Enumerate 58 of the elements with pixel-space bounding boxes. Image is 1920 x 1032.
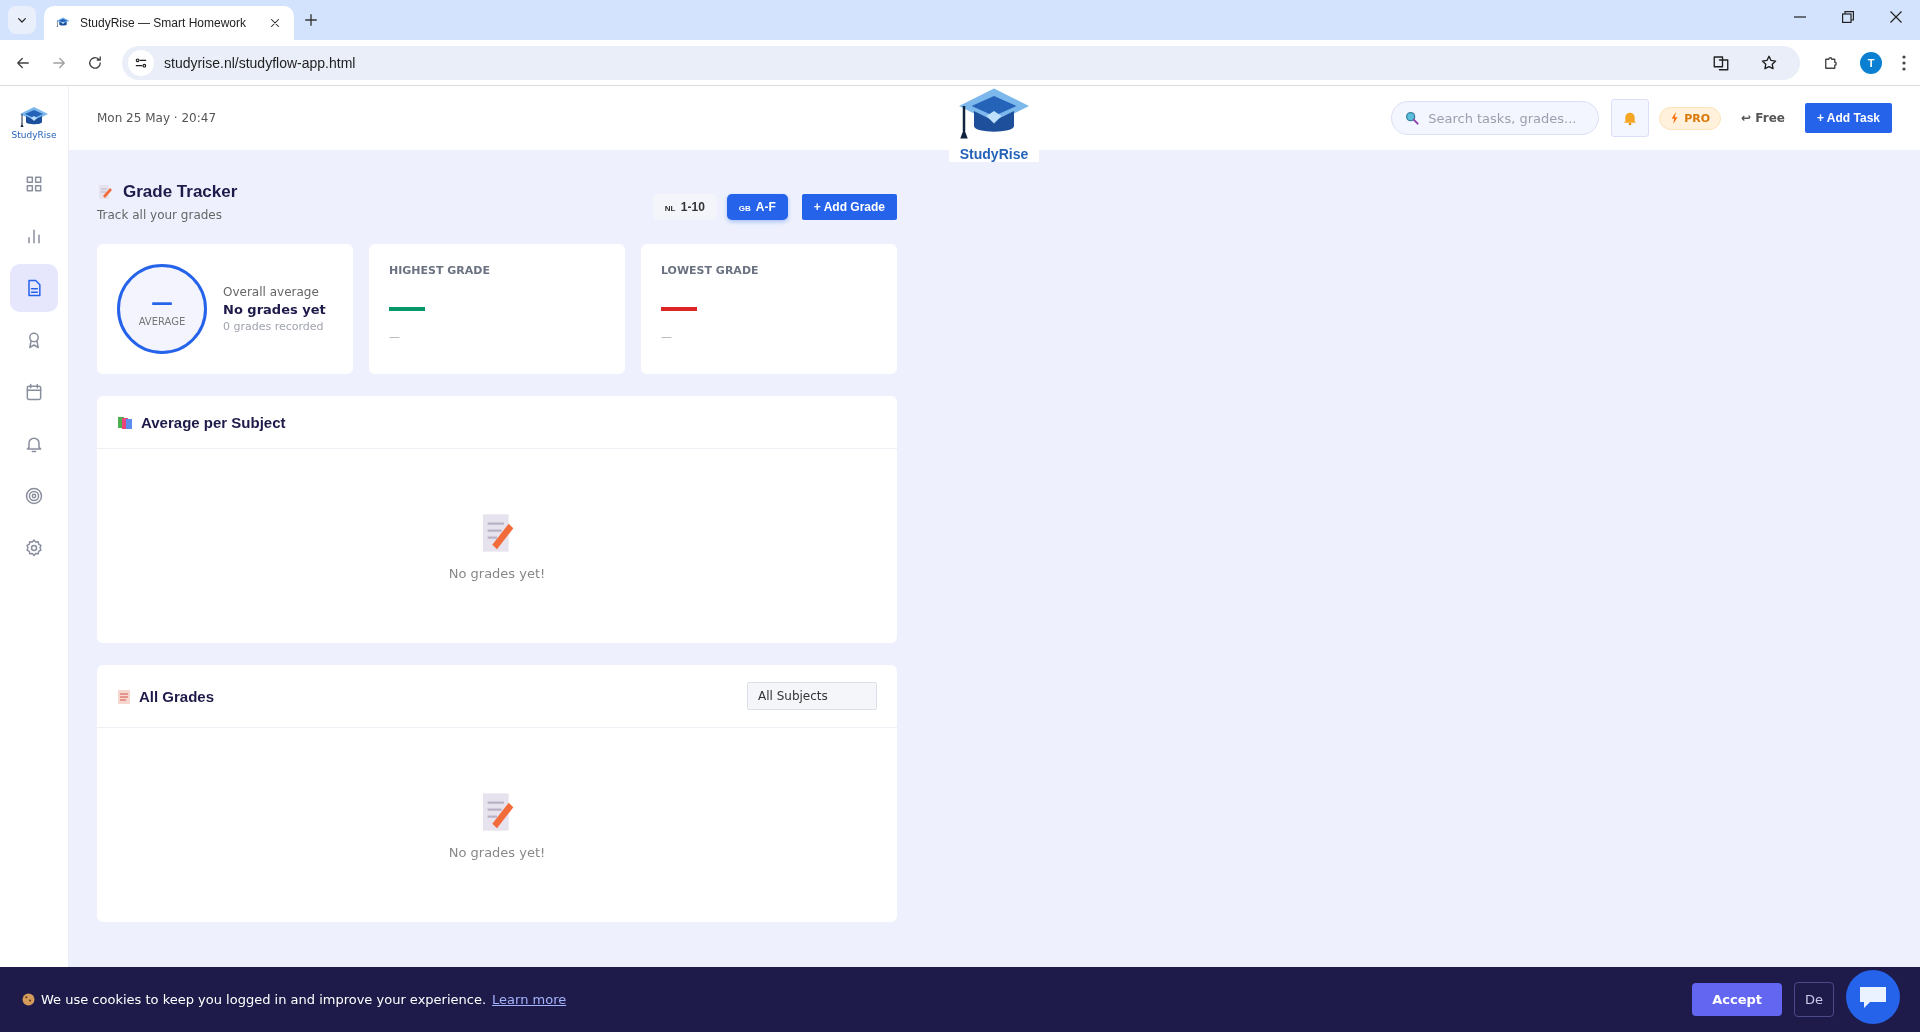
close-icon (268, 16, 282, 30)
stat-value: — (661, 330, 672, 343)
decline-button[interactable]: De (1794, 982, 1834, 1017)
stat-value: — (389, 330, 400, 343)
translate-icon (1712, 53, 1730, 72)
books-icon (117, 414, 133, 430)
free-link[interactable]: ↩ Free (1731, 111, 1795, 125)
stat-title: LOWEST GRADE (661, 264, 760, 277)
search-icon (1404, 110, 1421, 126)
average-caption: AVERAGE (138, 315, 186, 327)
accept-button[interactable]: Accept (1692, 983, 1782, 1016)
profile-avatar[interactable]: T (1860, 51, 1882, 74)
average-value: — (151, 291, 173, 314)
panel-title: All Grades (139, 687, 215, 705)
logo-text: StudyRise (11, 130, 57, 140)
chat-bubble-icon (1858, 984, 1888, 1010)
sidebar-item[interactable] (10, 264, 58, 312)
plus-icon (302, 11, 320, 29)
stat-title: HIGHEST GRADE (389, 264, 491, 277)
calendar-icon (24, 382, 44, 402)
search-field[interactable]: Search tasks, grades... (1391, 101, 1600, 135)
empty-text: No grades yet! (448, 565, 546, 581)
tab-list-button[interactable] (8, 6, 36, 34)
empty-text: No grades yet! (448, 844, 546, 860)
panel-title: Average per Subject (141, 413, 286, 431)
close-icon[interactable] (1890, 11, 1902, 23)
clipboard-icon (117, 688, 131, 704)
average-status: No grades yet (223, 302, 326, 317)
average-label: Overall average (223, 285, 320, 299)
bell-icon (1622, 110, 1639, 126)
page-title: Grade Tracker (123, 182, 238, 202)
target-icon (24, 486, 44, 506)
settings-icon (24, 538, 44, 558)
date-time: Mon 25 May · 20:47 (97, 111, 218, 125)
browser-tab[interactable]: StudyRise — Smart Homework (44, 6, 294, 40)
logo-text: StudyRise (959, 146, 1029, 162)
restore-icon[interactable] (1842, 11, 1854, 23)
url-text: studyrise.nl/studyflow-app.html (164, 54, 357, 71)
address-bar[interactable]: studyrise.nl/studyflow-app.html (122, 45, 1800, 80)
logo-icon (19, 106, 49, 130)
tab-title: StudyRise — Smart Homework (80, 16, 248, 30)
page-subtitle: Track all your grades (97, 208, 223, 222)
learn-more-link[interactable]: Learn more (492, 992, 567, 1007)
favicon-icon (56, 17, 70, 29)
reload-icon (86, 53, 104, 72)
grid-icon (24, 174, 44, 194)
add-grade-button[interactable]: + Add Grade (801, 194, 897, 220)
scale-toggle[interactable]: NL 1-10 (652, 194, 717, 220)
more-icon[interactable] (1902, 54, 1906, 71)
memo-icon (97, 184, 113, 200)
cookie-icon (22, 993, 35, 1006)
cookie-text: We use cookies to keep you logged in and improve your experience. (41, 992, 487, 1007)
star-icon (1760, 53, 1778, 72)
notifications-button[interactable] (1611, 99, 1650, 137)
scale-toggle[interactable]: GB A-F (726, 194, 788, 220)
subject-filter[interactable]: All Subjects (747, 682, 877, 710)
add-task-button[interactable]: + Add Task (1804, 103, 1892, 133)
grade-count: 0 grades recorded (223, 320, 325, 333)
